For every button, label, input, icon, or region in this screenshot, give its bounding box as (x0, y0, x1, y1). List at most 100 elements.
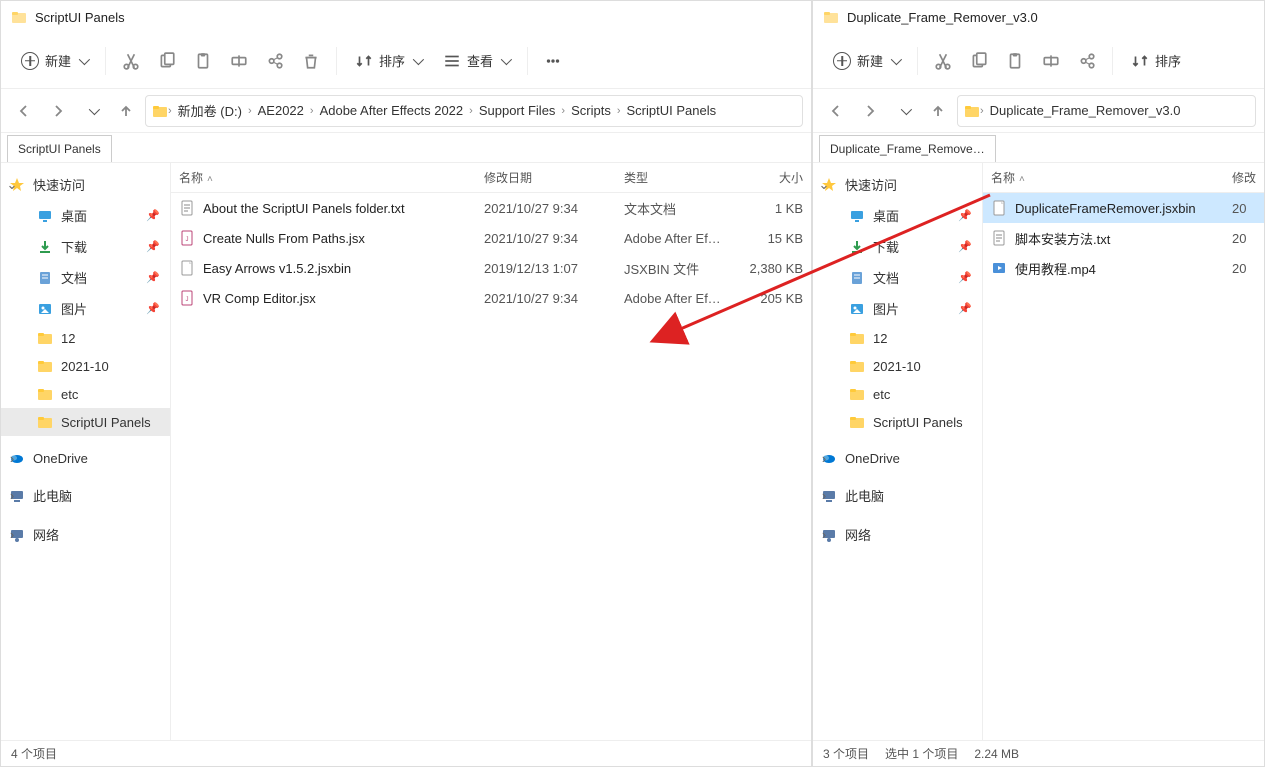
file-name: 脚本安装方法.txt (1015, 229, 1110, 248)
sidebar-item[interactable]: 桌面📌 (1, 200, 170, 231)
file-type-icon (179, 200, 195, 216)
file-type-icon (179, 230, 195, 246)
file-row[interactable]: 使用教程.mp4 20 (983, 253, 1264, 283)
sidebar-item[interactable]: 2021-10 (813, 352, 982, 380)
breadcrumb-segment[interactable]: Adobe After Effects 2022 (314, 103, 470, 118)
forward-button[interactable] (43, 96, 73, 126)
col-name[interactable]: 名称˄ (983, 169, 1224, 186)
new-button[interactable]: 新建 (823, 45, 909, 76)
chevron-down-icon (89, 103, 100, 114)
paste-button[interactable] (998, 44, 1032, 78)
file-type: Adobe After Effe... (616, 231, 731, 246)
sidebar-item[interactable]: ScriptUI Panels (813, 408, 982, 436)
cut-button[interactable] (926, 44, 960, 78)
sidebar-item[interactable]: ScriptUI Panels (1, 408, 170, 436)
breadcrumb-segment[interactable]: Scripts (565, 103, 617, 118)
recent-button[interactable] (77, 96, 107, 126)
forward-button[interactable] (855, 96, 885, 126)
sort-button[interactable]: 排序 (345, 45, 431, 76)
col-date[interactable]: 修改日期 (476, 169, 616, 186)
sidebar-item[interactable]: 12 (1, 324, 170, 352)
col-date[interactable]: 修改 (1224, 169, 1264, 186)
file-date: 20 (1224, 231, 1264, 246)
file-row[interactable]: DuplicateFrameRemover.jsxbin 20 (983, 193, 1264, 223)
sidebar-item[interactable]: 下载📌 (1, 231, 170, 262)
sidebar-item[interactable]: 2021-10 (1, 352, 170, 380)
copy-button[interactable] (150, 44, 184, 78)
folder-icon (849, 330, 865, 346)
sidebar-network[interactable]: ›网络 (813, 519, 982, 550)
up-button[interactable] (923, 96, 953, 126)
up-icon (930, 103, 946, 119)
sidebar-item[interactable]: 文档📌 (813, 262, 982, 293)
more-button[interactable] (536, 44, 570, 78)
sidebar-quick-access[interactable]: ⌄快速访问 (1, 169, 170, 200)
sort-button[interactable]: 排序 (1121, 45, 1191, 76)
column-headers: 名称˄ 修改 (983, 163, 1264, 193)
breadcrumb-segment[interactable]: 新加卷 (D:) (172, 101, 248, 120)
breadcrumb-segment[interactable]: ScriptUI Panels (621, 103, 723, 118)
col-type[interactable]: 类型 (616, 169, 731, 186)
sidebar-item[interactable]: 下载📌 (813, 231, 982, 262)
rename-button[interactable] (1034, 44, 1068, 78)
back-button[interactable] (821, 96, 851, 126)
share-icon (266, 52, 284, 70)
sidebar-item[interactable]: 桌面📌 (813, 200, 982, 231)
recent-button[interactable] (889, 96, 919, 126)
chevron-down-icon (413, 53, 424, 64)
sidebar: ⌄快速访问桌面📌下载📌文档📌图片📌122021-10etcScriptUI Pa… (1, 163, 171, 740)
col-size[interactable]: 大小 (731, 169, 811, 186)
tab-current[interactable]: Duplicate_Frame_Remove… (819, 135, 996, 162)
pin-icon: 📌 (146, 209, 160, 222)
sidebar-item[interactable]: 图片📌 (1, 293, 170, 324)
folder-icon (823, 9, 839, 25)
file-row[interactable]: About the ScriptUI Panels folder.txt 202… (171, 193, 811, 223)
delete-button[interactable] (294, 44, 328, 78)
file-size: 1 KB (731, 201, 811, 216)
breadcrumb-segment[interactable]: Duplicate_Frame_Remover_v3.0 (984, 103, 1187, 118)
sidebar-onedrive[interactable]: ›OneDrive (1, 444, 170, 472)
breadcrumb[interactable]: › 新加卷 (D:)›AE2022›Adobe After Effects 20… (145, 95, 803, 127)
paste-button[interactable] (186, 44, 220, 78)
copy-button[interactable] (962, 44, 996, 78)
share-button[interactable] (1070, 44, 1104, 78)
back-button[interactable] (9, 96, 39, 126)
pin-icon: 📌 (146, 271, 160, 284)
sidebar-item[interactable]: etc (1, 380, 170, 408)
cut-button[interactable] (114, 44, 148, 78)
forward-icon (50, 103, 66, 119)
picture-icon (37, 301, 53, 317)
sidebar-this-pc[interactable]: ›此电脑 (1, 480, 170, 511)
file-row[interactable]: Create Nulls From Paths.jsx 2021/10/27 9… (171, 223, 811, 253)
sidebar-item[interactable]: 图片📌 (813, 293, 982, 324)
rename-button[interactable] (222, 44, 256, 78)
file-row[interactable]: Easy Arrows v1.5.2.jsxbin 2019/12/13 1:0… (171, 253, 811, 283)
sidebar-onedrive[interactable]: ›OneDrive (813, 444, 982, 472)
sidebar-item[interactable]: etc (813, 380, 982, 408)
file-row[interactable]: 脚本安装方法.txt 20 (983, 223, 1264, 253)
breadcrumb-segment[interactable]: AE2022 (252, 103, 310, 118)
sidebar-network[interactable]: ›网络 (1, 519, 170, 550)
tab-current[interactable]: ScriptUI Panels (7, 135, 112, 162)
rename-icon (1042, 52, 1060, 70)
col-name[interactable]: 名称˄ (171, 169, 476, 186)
breadcrumb[interactable]: › Duplicate_Frame_Remover_v3.0 (957, 95, 1256, 127)
sidebar-item[interactable]: 文档📌 (1, 262, 170, 293)
up-button[interactable] (111, 96, 141, 126)
share-button[interactable] (258, 44, 292, 78)
file-row[interactable]: VR Comp Editor.jsx 2021/10/27 9:34 Adobe… (171, 283, 811, 313)
view-button[interactable]: 查看 (433, 45, 519, 76)
breadcrumb-segment[interactable]: Support Files (473, 103, 562, 118)
share-icon (1078, 52, 1096, 70)
file-date: 2021/10/27 9:34 (476, 201, 616, 216)
file-name: 使用教程.mp4 (1015, 259, 1096, 278)
file-pane[interactable]: 名称˄ 修改日期 类型 大小 About the ScriptUI Panels… (171, 163, 811, 740)
new-button[interactable]: 新建 (11, 45, 97, 76)
sidebar-quick-access[interactable]: ⌄快速访问 (813, 169, 982, 200)
sidebar-item[interactable]: 12 (813, 324, 982, 352)
file-pane[interactable]: 名称˄ 修改 DuplicateFrameRemover.jsxbin 20 脚… (983, 163, 1264, 740)
chevron-down-icon (901, 103, 912, 114)
sidebar-this-pc[interactable]: ›此电脑 (813, 480, 982, 511)
pin-icon: 📌 (958, 271, 972, 284)
nav-row: › Duplicate_Frame_Remover_v3.0 (813, 89, 1264, 133)
